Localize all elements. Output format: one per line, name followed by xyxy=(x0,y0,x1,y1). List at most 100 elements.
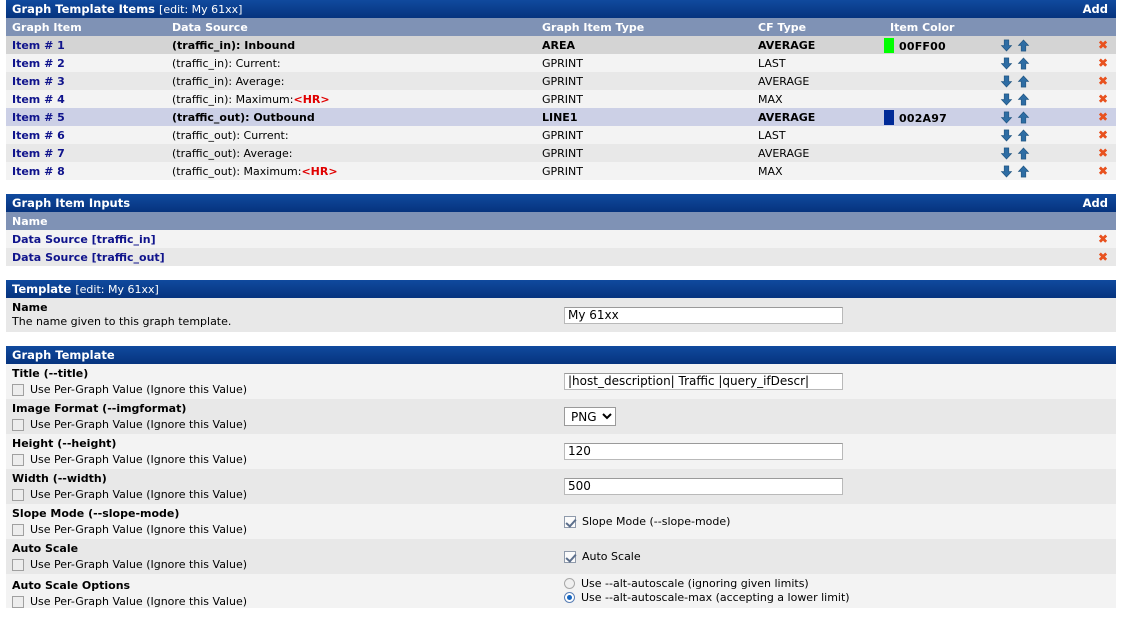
delete-x-icon[interactable]: ✖ xyxy=(1098,251,1108,263)
per-graph-value-option[interactable]: Use Per-Graph Value (Ignore this Value) xyxy=(12,593,558,608)
radio-label: Use --alt-autoscale-max (accepting a low… xyxy=(581,591,850,604)
radio-button[interactable] xyxy=(564,592,575,603)
data-source-cell: (traffic_in): Inbound xyxy=(166,36,536,54)
data-source-cell: (traffic_in): Maximum:<HR> xyxy=(166,90,536,108)
color-hex-label: 002A97 xyxy=(899,111,947,125)
radio-option[interactable]: Use --alt-autoscale (ignoring given limi… xyxy=(564,577,850,590)
graph-item-inputs-titlebar: Graph Item Inputs Add xyxy=(6,194,1116,212)
per-graph-value-option[interactable]: Use Per-Graph Value (Ignore this Value) xyxy=(12,521,558,536)
graph-item-cell: Item # 1 xyxy=(6,36,166,54)
delete-x-icon[interactable]: ✖ xyxy=(1098,165,1108,177)
delete-x-icon[interactable]: ✖ xyxy=(1098,147,1108,159)
item-color-cell: 002A97 xyxy=(884,108,994,126)
arrow-down-icon[interactable] xyxy=(1000,39,1013,52)
per-graph-value-option[interactable]: Use Per-Graph Value (Ignore this Value) xyxy=(12,556,558,571)
per-graph-value-checkbox[interactable] xyxy=(12,453,24,466)
delete-x-icon[interactable]: ✖ xyxy=(1098,233,1108,245)
field-text-input[interactable] xyxy=(564,478,843,495)
arrow-down-icon[interactable] xyxy=(1000,57,1013,70)
field-text-input[interactable] xyxy=(564,443,843,460)
field-checkbox-option[interactable]: Slope Mode (--slope-mode) xyxy=(564,515,730,528)
delete-x-icon[interactable]: ✖ xyxy=(1098,129,1108,141)
per-graph-value-checkbox[interactable] xyxy=(12,558,24,571)
image-format-select[interactable]: PNG xyxy=(564,407,616,426)
column-header-graph-item-type: Graph Item Type xyxy=(542,20,645,34)
graph-item-link[interactable]: Item # 6 xyxy=(12,129,65,142)
arrow-down-icon[interactable] xyxy=(1000,129,1013,142)
graph-item-cell: Item # 5 xyxy=(6,108,166,126)
per-graph-value-checkbox[interactable] xyxy=(12,488,24,501)
data-source-cell: (traffic_out): Current: xyxy=(166,126,536,144)
graph-item-input-link[interactable]: Data Source [traffic_in] xyxy=(12,233,156,246)
arrow-up-icon[interactable] xyxy=(1017,75,1030,88)
delete-x-icon[interactable]: ✖ xyxy=(1098,57,1108,69)
graph-item-link[interactable]: Item # 8 xyxy=(12,165,65,178)
field-checkbox[interactable] xyxy=(564,515,576,528)
table-row: Item # 8 (traffic_out): Maximum:<HR> GPRIN… xyxy=(6,162,1116,180)
arrow-up-icon[interactable] xyxy=(1017,147,1030,160)
graph-item-link[interactable]: Item # 5 xyxy=(12,111,65,124)
reorder-cell xyxy=(994,108,1084,126)
table-row: Item # 1 (traffic_in): Inbound AREA AVERAGE… xyxy=(6,36,1116,54)
delete-x-icon[interactable]: ✖ xyxy=(1098,93,1108,105)
graph-item-input-link[interactable]: Data Source [traffic_out] xyxy=(12,251,165,264)
graph-item-type-cell: AREA xyxy=(536,36,752,54)
graph-item-cell: Item # 6 xyxy=(6,126,166,144)
field-checkbox-option[interactable]: Auto Scale xyxy=(564,550,641,563)
arrow-up-icon[interactable] xyxy=(1017,111,1030,124)
graph-template-items-add-link[interactable]: Add xyxy=(1083,0,1110,18)
per-graph-value-label: Use Per-Graph Value (Ignore this Value) xyxy=(30,558,248,571)
arrow-up-icon[interactable] xyxy=(1017,39,1030,52)
column-header-input-delete xyxy=(1084,212,1116,230)
graph-item-type-cell: GPRINT xyxy=(536,72,752,90)
per-graph-value-checkbox[interactable] xyxy=(12,595,24,608)
graph-template-items-edit-label: [edit: My 61xx] xyxy=(159,2,243,16)
arrow-down-icon[interactable] xyxy=(1000,147,1013,160)
per-graph-value-option[interactable]: Use Per-Graph Value (Ignore this Value) xyxy=(12,416,558,431)
arrow-down-icon[interactable] xyxy=(1000,75,1013,88)
arrow-down-icon[interactable] xyxy=(1000,93,1013,106)
graph-item-link[interactable]: Item # 3 xyxy=(12,75,65,88)
template-name-input[interactable] xyxy=(564,306,843,324)
arrow-up-icon[interactable] xyxy=(1017,129,1030,142)
column-header-data-source: Data Source xyxy=(172,20,248,34)
form-row: Slope Mode (--slope-mode) Use Per-Graph V… xyxy=(6,504,1116,539)
cf-type-cell: AVERAGE xyxy=(752,144,884,162)
graph-template-items-header-row: Graph Item Data Source Graph Item Type C… xyxy=(6,18,1116,36)
graph-item-type-cell: GPRINT xyxy=(536,54,752,72)
item-color-cell: 00FF00 xyxy=(884,36,994,54)
per-graph-value-checkbox[interactable] xyxy=(12,383,24,396)
delete-x-icon[interactable]: ✖ xyxy=(1098,39,1108,51)
field-checkbox[interactable] xyxy=(564,550,576,563)
delete-x-icon[interactable]: ✖ xyxy=(1098,111,1108,123)
data-source-cell: (traffic_out): Maximum:<HR> xyxy=(166,162,536,180)
input-name-cell: Data Source [traffic_in] xyxy=(6,230,1084,248)
data-source-cell: (traffic_out): Outbound xyxy=(166,108,536,126)
arrow-down-icon[interactable] xyxy=(1000,111,1013,124)
per-graph-value-option[interactable]: Use Per-Graph Value (Ignore this Value) xyxy=(12,451,558,466)
arrow-up-icon[interactable] xyxy=(1017,57,1030,70)
field-control-cell xyxy=(558,469,1116,504)
graph-item-inputs-add-link[interactable]: Add xyxy=(1083,194,1110,212)
delete-x-icon[interactable]: ✖ xyxy=(1098,75,1108,87)
arrow-up-icon[interactable] xyxy=(1017,93,1030,106)
arrow-up-icon[interactable] xyxy=(1017,165,1030,178)
per-graph-value-checkbox[interactable] xyxy=(12,523,24,536)
field-text-input[interactable] xyxy=(564,373,843,390)
graph-item-link[interactable]: Item # 4 xyxy=(12,93,65,106)
radio-button[interactable] xyxy=(564,578,575,589)
per-graph-value-option[interactable]: Use Per-Graph Value (Ignore this Value) xyxy=(12,381,558,396)
graph-item-link[interactable]: Item # 2 xyxy=(12,57,65,70)
field-control-cell xyxy=(558,364,1116,399)
per-graph-value-option[interactable]: Use Per-Graph Value (Ignore this Value) xyxy=(12,486,558,501)
graph-template-items-table: Graph Item Data Source Graph Item Type C… xyxy=(6,18,1116,180)
arrow-down-icon[interactable] xyxy=(1000,165,1013,178)
data-source-cell: (traffic_in): Current: xyxy=(166,54,536,72)
graph-item-link[interactable]: Item # 7 xyxy=(12,147,65,160)
radio-option[interactable]: Use --alt-autoscale-max (accepting a low… xyxy=(564,591,850,604)
per-graph-value-checkbox[interactable] xyxy=(12,418,24,431)
field-control-cell: Use --alt-autoscale (ignoring given limi… xyxy=(558,574,1116,608)
graph-template-items-title: Graph Template Items [edit: My 61xx] xyxy=(12,0,242,19)
graph-item-link[interactable]: Item # 1 xyxy=(12,39,65,52)
template-panel: Template [edit: My 61xx] Name The name g… xyxy=(6,280,1116,332)
